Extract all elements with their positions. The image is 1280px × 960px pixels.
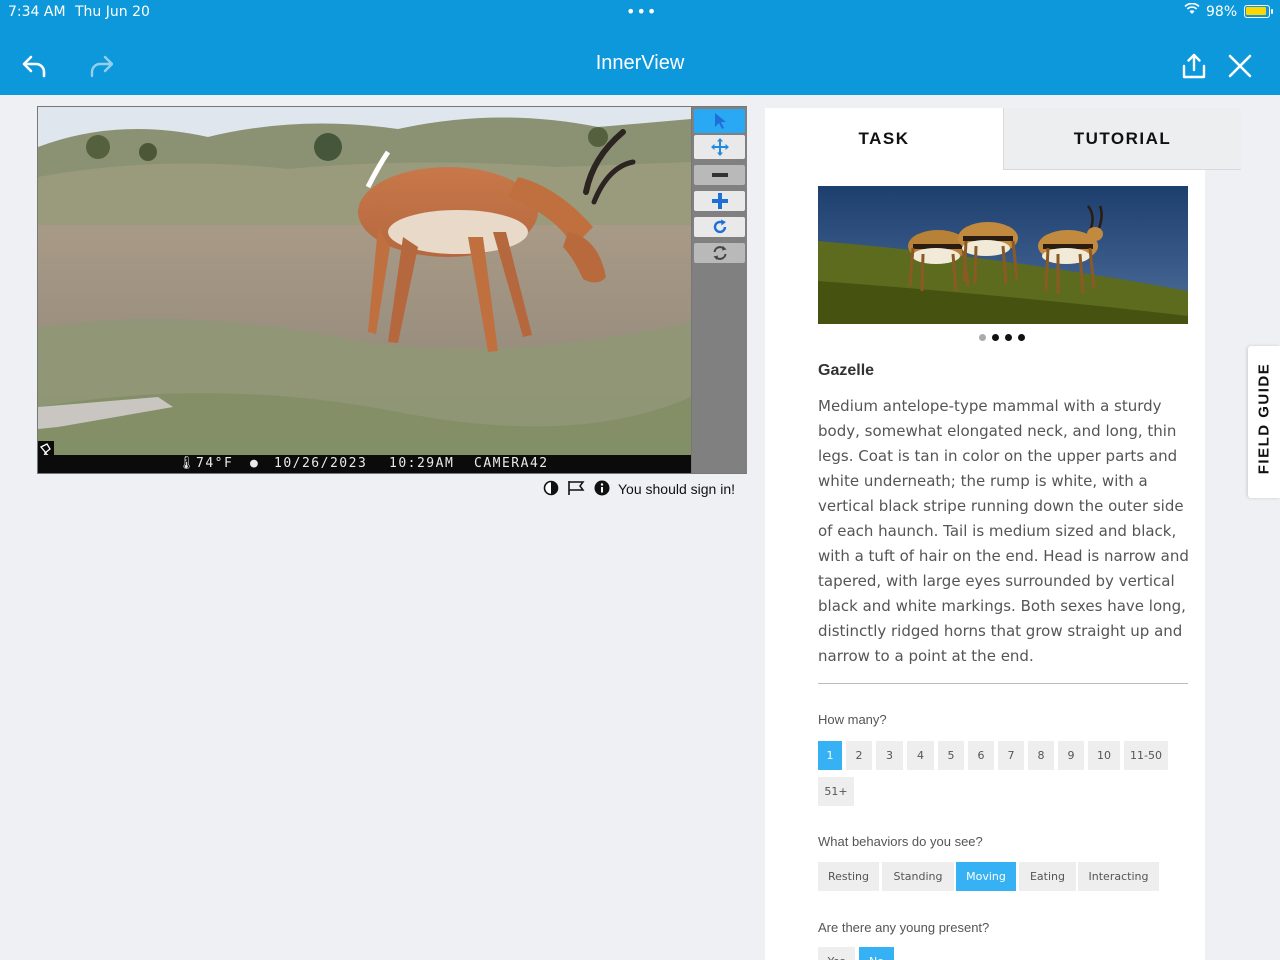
camera-time: 10:29AM bbox=[389, 456, 455, 471]
count-option-51-plus[interactable]: 51+ bbox=[818, 777, 854, 806]
task-panel: TASK TUTORIAL Gazelle Medium antelope-ty… bbox=[765, 108, 1241, 960]
count-option-1[interactable]: 1 bbox=[818, 741, 842, 770]
field-guide-tab[interactable]: FIELD GUIDE bbox=[1248, 346, 1280, 498]
behavior-resting[interactable]: Resting bbox=[818, 862, 879, 891]
pan-tool-button[interactable] bbox=[694, 135, 745, 159]
image-toolbar bbox=[692, 107, 747, 473]
behavior-eating[interactable]: Eating bbox=[1019, 862, 1076, 891]
subject-viewer: 🌡 74°F ● 10/26/2023 10:29AM CAMERA42 bbox=[37, 106, 747, 474]
refresh-icon bbox=[713, 246, 726, 260]
rotate-icon bbox=[713, 219, 726, 234]
question-how-many: How many? bbox=[818, 712, 887, 727]
camera-date: 10/26/2023 bbox=[274, 456, 368, 471]
count-option-7[interactable]: 7 bbox=[998, 741, 1024, 770]
count-option-10[interactable]: 10 bbox=[1088, 741, 1120, 770]
carousel-dot[interactable] bbox=[1018, 334, 1025, 341]
question-behaviors: What behaviors do you see? bbox=[818, 834, 983, 849]
carousel-dots bbox=[979, 334, 1039, 342]
carousel-dot[interactable] bbox=[992, 334, 999, 341]
divider bbox=[818, 683, 1188, 684]
close-icon bbox=[1228, 54, 1252, 78]
battery-percent: 98% bbox=[1206, 4, 1238, 20]
camera-trap-photo[interactable]: 🌡 74°F ● 10/26/2023 10:29AM CAMERA42 bbox=[38, 107, 691, 473]
share-button[interactable] bbox=[1176, 48, 1212, 84]
move-icon bbox=[710, 138, 729, 156]
info-icon[interactable] bbox=[594, 480, 610, 500]
multitask-dots[interactable]: ••• bbox=[626, 2, 657, 21]
count-option-6[interactable]: 6 bbox=[968, 741, 994, 770]
count-option-9[interactable]: 9 bbox=[1058, 741, 1084, 770]
count-option-8[interactable]: 8 bbox=[1028, 741, 1054, 770]
pointer-icon bbox=[714, 113, 726, 129]
minus-icon bbox=[711, 173, 728, 177]
carousel-dot[interactable] bbox=[979, 334, 986, 341]
thermometer-icon: 🌡 bbox=[178, 456, 197, 471]
count-option-5[interactable]: 5 bbox=[938, 741, 964, 770]
wifi-icon bbox=[1184, 2, 1200, 19]
species-name: Gazelle bbox=[818, 362, 875, 379]
contrast-icon[interactable] bbox=[543, 480, 559, 500]
share-icon bbox=[1182, 53, 1206, 79]
tab-tutorial[interactable]: TUTORIAL bbox=[1003, 108, 1241, 170]
camera-temperature: 74°F bbox=[196, 456, 234, 471]
count-option-4[interactable]: 4 bbox=[907, 741, 934, 770]
rotate-button[interactable] bbox=[694, 217, 745, 237]
camera-caption-bar: 🌡 74°F ● 10/26/2023 10:29AM CAMERA42 bbox=[38, 455, 691, 473]
young-no[interactable]: No bbox=[859, 947, 894, 960]
field-guide-label: FIELD GUIDE bbox=[1255, 362, 1273, 475]
panel-gutter bbox=[1205, 170, 1241, 960]
species-photo[interactable] bbox=[818, 186, 1188, 324]
count-option-11-50[interactable]: 11-50 bbox=[1124, 741, 1168, 770]
behavior-interacting[interactable]: Interacting bbox=[1078, 862, 1159, 891]
system-status-bar: 7:34 AM Thu Jun 20 ••• 98% bbox=[0, 0, 1280, 24]
zoom-in-button[interactable] bbox=[694, 191, 745, 211]
sign-in-notice: You should sign in! bbox=[618, 481, 736, 497]
reset-view-button[interactable] bbox=[694, 243, 745, 263]
moon-icon: ● bbox=[250, 456, 260, 471]
page-title: InnerView bbox=[595, 52, 685, 74]
count-option-3[interactable]: 3 bbox=[876, 741, 903, 770]
app-header: 7:34 AM Thu Jun 20 ••• 98% InnerView bbox=[0, 0, 1280, 95]
panel-tabs: TASK TUTORIAL bbox=[765, 108, 1241, 170]
behavior-standing[interactable]: Standing bbox=[882, 862, 954, 891]
status-date: Thu Jun 20 bbox=[75, 4, 150, 20]
count-option-2[interactable]: 2 bbox=[846, 741, 872, 770]
question-young: Are there any young present? bbox=[818, 920, 990, 935]
plus-icon bbox=[711, 193, 728, 209]
young-yes[interactable]: Yes bbox=[818, 947, 855, 960]
status-time: 7:34 AM bbox=[8, 4, 66, 20]
zoom-out-button[interactable] bbox=[694, 165, 745, 185]
camera-id: CAMERA42 bbox=[474, 456, 549, 471]
carousel-dot[interactable] bbox=[1005, 334, 1012, 341]
tab-task[interactable]: TASK bbox=[765, 108, 1003, 170]
flag-icon[interactable] bbox=[567, 480, 585, 500]
behavior-moving[interactable]: Moving bbox=[956, 862, 1016, 891]
species-description: Medium antelope-type mammal with a sturd… bbox=[818, 397, 1189, 665]
close-button[interactable] bbox=[1222, 48, 1258, 84]
select-tool-button[interactable] bbox=[694, 109, 745, 133]
subject-meta-row: You should sign in! bbox=[543, 479, 753, 499]
battery-icon bbox=[1244, 5, 1273, 18]
